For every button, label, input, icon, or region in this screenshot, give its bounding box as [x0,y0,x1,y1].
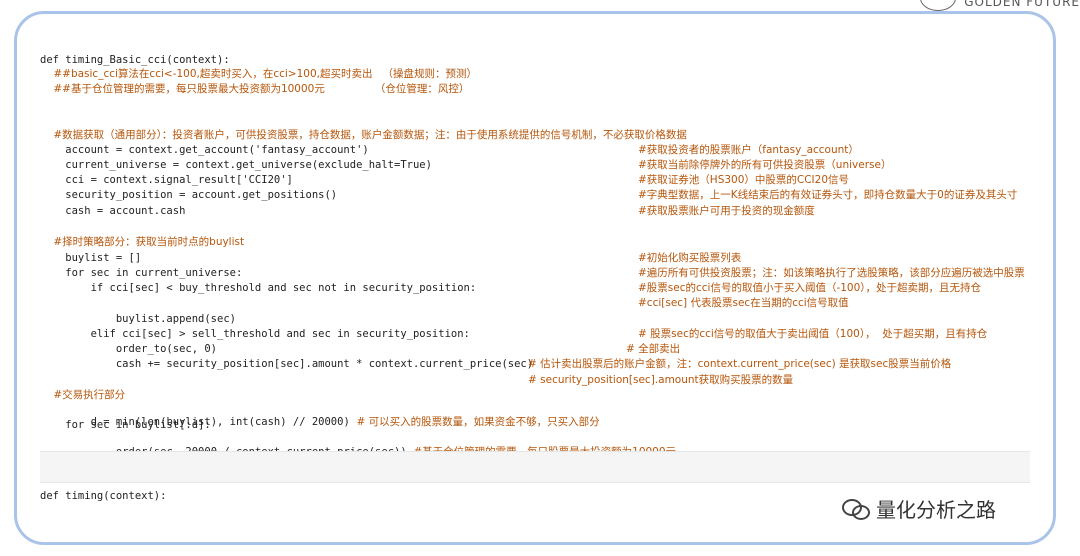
code-line: elif cci[sec] > sell_threshold and sec i… [40,328,470,340]
annotation: #获取股票账户可用于投资的现金额度 [638,205,815,217]
brand-logo: GOLDEN FUTURE [920,0,1080,11]
logo-seal-icon [920,0,957,11]
annotation: # 估计卖出股票后的账户金额，注：context.current_price(s… [528,358,952,370]
annotation: #初始化购买股票列表 [638,252,742,264]
logo-text: GOLDEN FUTURE [964,0,1080,9]
code-line: security_position = account.get_position… [40,189,338,201]
code-line: account = context.get_account('fantasy_a… [40,144,369,156]
annotation: #股票sec的cci信号的取值小于买入阈值（-100），处于超卖期，且无持仓 [638,282,982,294]
code-inline-comment: # 可以买入的股票数量，如果资金不够，只买入部分 [349,416,600,428]
annotation: # 全部卖出 [626,343,681,355]
code-line-comment: #数据获取（通用部分）：投资者账户，可供投资股票，持仓数据，账户金额数据；注：由… [40,129,687,141]
code-line-comment: ##基于仓位管理的需要，每只股票最大投资额为10000元 （仓位管理：风控） [40,83,470,95]
code-line: cci = context.signal_result['CCI20'] [40,174,293,186]
code-line-def: def timing(context): [40,490,167,502]
code-line: cash = account.cash [40,205,186,217]
code-line: if cci[sec] < buy_threshold and sec not … [40,282,477,294]
annotation: #字典型数据，上一K线结束后的有效证券头寸，即持仓数量大于0的证券及其头寸 [638,189,1018,201]
empty-code-cell[interactable] [40,451,1030,483]
code-line: buylist = [] [40,252,142,264]
code-line: for sec in buylist[:d]: [40,419,211,431]
code-line: for sec in current_universe: [40,267,243,279]
annotation: #遍历所有可供投资股票；注：如该策略执行了选股策略，该部分应遍历被选中股票 [638,267,1025,279]
annotation: #获取投资者的股票账户（fantasy_account） [638,144,859,156]
code-line: order_to(sec, 0) [40,343,218,355]
annotation: #cci[sec] 代表股票sec在当期的cci信号取值 [638,297,849,309]
watermark: 量化分析之路 [842,494,996,523]
annotation: # 股票sec的cci信号的取值大于卖出阈值（100）， 处于超买期，且有持仓 [638,328,988,340]
code-line: cash += security_position[sec].amount * … [40,358,534,370]
wechat-icon [842,498,870,520]
watermark-text: 量化分析之路 [876,498,996,522]
code-line: current_universe = context.get_universe(… [40,159,432,171]
code-line-def: def timing_Basic_cci(context): [40,54,230,66]
annotation: # security_position[sec].amount获取购买股票的数量 [528,374,794,386]
annotation: #获取证券池（HS300）中股票的CCI20信号 [638,174,850,186]
code-line-comment: #择时策略部分：获取当前时点的buylist [40,236,245,248]
annotation: #获取当前除停牌外的所有可供投资股票（universe） [638,159,892,171]
code-line-comment: #交易执行部分 [40,389,126,401]
code-line: buylist.append(sec) [40,313,236,325]
code-line-comment: ##basic_cci算法在cci<-100,超卖时买入，在cci>100,超买… [40,68,477,80]
